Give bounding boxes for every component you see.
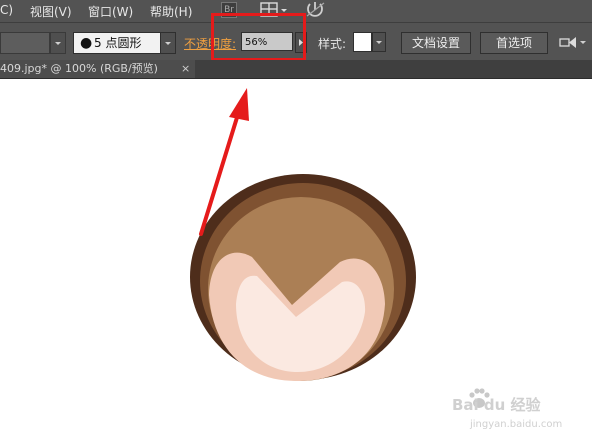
- opacity-slider-button[interactable]: [295, 32, 307, 53]
- chevron-down-icon: [376, 41, 382, 44]
- brush-dropdown-button[interactable]: [160, 32, 176, 54]
- menu-bar: C) 视图(V) 窗口(W) 帮助(H) Br: [0, 0, 592, 22]
- arrange-documents-icon[interactable]: [258, 1, 292, 19]
- style-dropdown[interactable]: [372, 32, 386, 52]
- gpu-performance-icon[interactable]: [304, 1, 328, 19]
- menu-item-help[interactable]: 帮助(H): [150, 3, 192, 20]
- graphic-style-swatch[interactable]: [353, 32, 372, 52]
- artboard: [0, 79, 592, 447]
- preferences-button[interactable]: 首选项: [480, 32, 548, 54]
- menu-item-view[interactable]: 视图(V): [30, 3, 72, 20]
- brush-definition-select[interactable]: ● 5 点圆形: [73, 32, 161, 54]
- menu-item-window[interactable]: 窗口(W): [88, 3, 133, 20]
- document-setup-button[interactable]: 文档设置: [401, 32, 471, 54]
- bridge-icon[interactable]: Br: [221, 2, 237, 18]
- menu-item-edit[interactable]: C): [0, 3, 13, 17]
- stroke-color-field[interactable]: [0, 32, 50, 54]
- chevron-down-icon: [165, 42, 171, 45]
- close-icon[interactable]: ×: [181, 60, 190, 78]
- document-tab-title: 409.jpg* @ 100% (RGB/预览): [0, 62, 158, 75]
- chevron-right-icon: [299, 39, 303, 46]
- watermark-url: jingyan.baidu.com: [470, 419, 563, 430]
- options-bar: ● 5 点圆形 不透明度: 56% 样式: 文档设置 首选项: [0, 22, 592, 61]
- document-tab[interactable]: 409.jpg* @ 100% (RGB/预览) ×: [0, 60, 195, 78]
- opacity-label[interactable]: 不透明度:: [184, 35, 236, 52]
- opacity-input[interactable]: 56%: [241, 32, 293, 51]
- brush-dot-icon: ●: [80, 35, 93, 51]
- watermark-text: Bai du 经验: [452, 396, 541, 414]
- chevron-down-icon: [55, 42, 61, 45]
- document-tab-bar: 409.jpg* @ 100% (RGB/预览) ×: [0, 60, 592, 79]
- style-label: 样式:: [318, 37, 347, 51]
- stroke-dropdown[interactable]: [50, 32, 66, 54]
- align-to-icon[interactable]: [558, 34, 588, 51]
- brush-profile-label: 5 点圆形: [94, 36, 142, 50]
